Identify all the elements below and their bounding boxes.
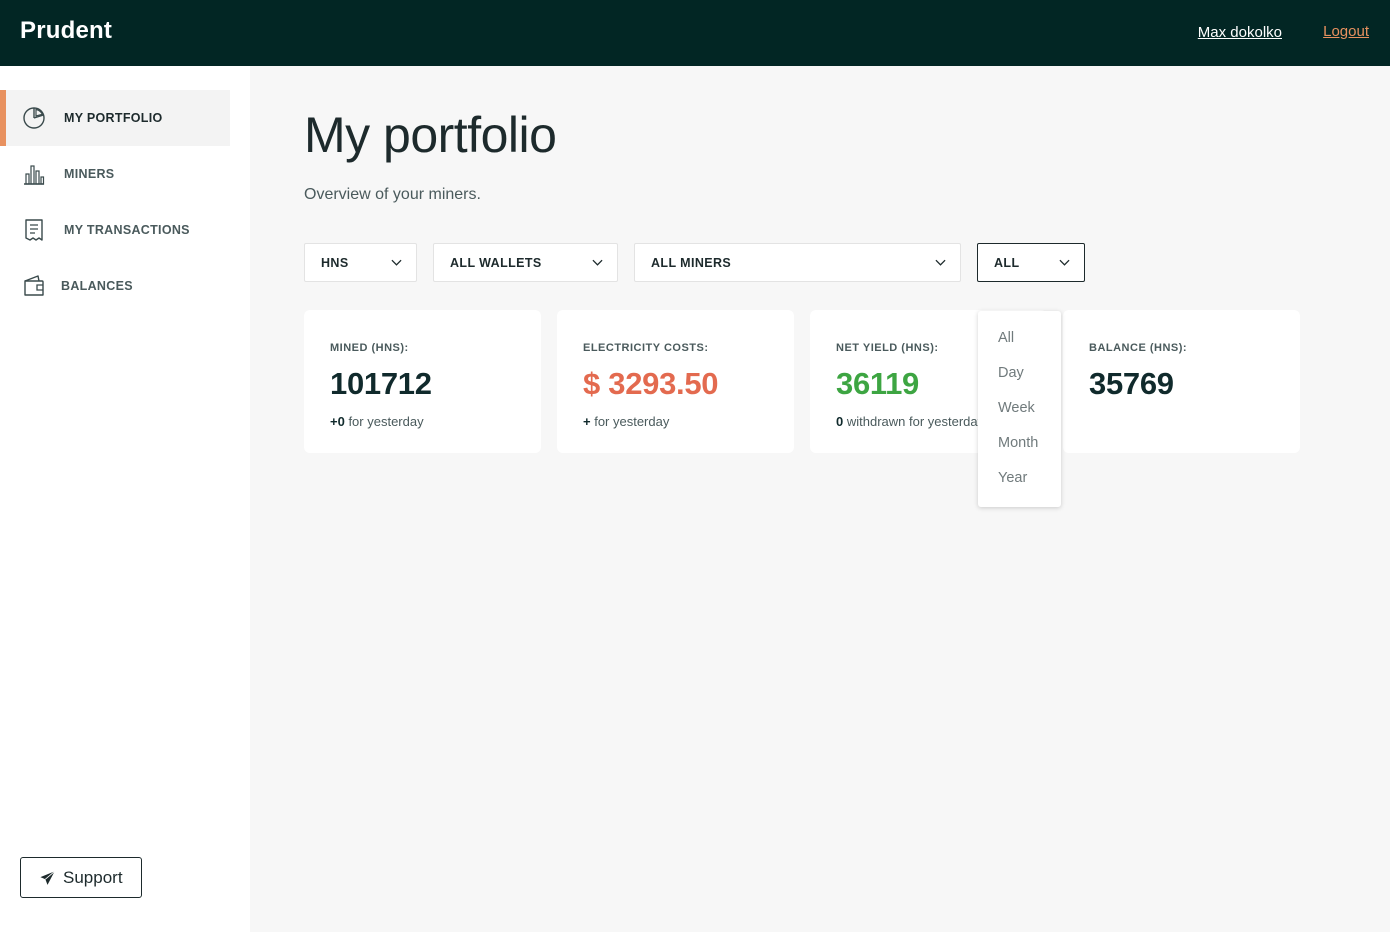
period-dropdown-menu: All Day Week Month Year xyxy=(978,311,1061,507)
change-text: withdrawn for yesterday xyxy=(843,414,985,429)
card-label: MINED (HNS): xyxy=(330,342,409,354)
page-title: My portfolio xyxy=(304,107,557,163)
sidebar: MY PORTFOLIO MINERS MY TRANSACTIONS BALA… xyxy=(0,66,250,932)
change-text: for yesterday xyxy=(344,414,424,429)
support-button[interactable]: Support xyxy=(20,857,142,898)
period-option-day[interactable]: Day xyxy=(998,365,1024,381)
sidebar-item-label: BALANCES xyxy=(61,279,133,293)
mined-value: 101712 xyxy=(330,366,432,401)
logout-link[interactable]: Logout xyxy=(1323,23,1369,40)
paper-plane-icon xyxy=(40,871,55,885)
bar-chart-icon xyxy=(24,165,45,185)
sidebar-item-miners[interactable]: MINERS xyxy=(0,146,230,202)
card-label: BALANCE (HNS): xyxy=(1089,342,1188,354)
mined-change: +0 for yesterday xyxy=(330,414,424,429)
electricity-value: $ 3293.50 xyxy=(583,366,719,401)
sidebar-item-my-portfolio[interactable]: MY PORTFOLIO xyxy=(0,90,230,146)
wallet-select-value: ALL WALLETS xyxy=(450,256,542,270)
change-value: +0 xyxy=(330,414,345,429)
period-option-year[interactable]: Year xyxy=(998,470,1027,486)
miner-select-value: ALL MINERS xyxy=(651,256,732,270)
currency-select-value: HNS xyxy=(321,256,349,270)
brand-logo[interactable]: Prudent xyxy=(20,17,112,45)
pie-chart-icon xyxy=(23,107,45,129)
wallet-icon xyxy=(24,275,44,296)
change-value: + xyxy=(583,414,591,429)
wallet-select[interactable]: ALL WALLETS xyxy=(433,243,618,282)
top-bar: Prudent Max dokolko Logout xyxy=(0,0,1390,66)
net-yield-change: 0 withdrawn for yesterday xyxy=(836,414,984,429)
user-profile-link[interactable]: Max dokolko xyxy=(1198,24,1282,41)
page-subtitle: Overview of your miners. xyxy=(304,186,481,203)
balance-value: 35769 xyxy=(1089,366,1174,401)
chevron-down-icon xyxy=(391,259,402,266)
mined-card: MINED (HNS): 101712 +0 for yesterday xyxy=(304,310,541,453)
period-option-month[interactable]: Month xyxy=(998,435,1038,451)
chevron-down-icon xyxy=(592,259,603,266)
sidebar-item-my-transactions[interactable]: MY TRANSACTIONS xyxy=(0,202,230,258)
card-label: ELECTRICITY COSTS: xyxy=(583,342,709,354)
chevron-down-icon xyxy=(935,259,946,266)
period-select[interactable]: ALL xyxy=(977,243,1085,282)
chevron-down-icon xyxy=(1059,259,1070,266)
miner-select[interactable]: ALL MINERS xyxy=(634,243,961,282)
support-label: Support xyxy=(63,868,123,887)
electricity-change: + for yesterday xyxy=(583,414,669,429)
sidebar-item-label: MY PORTFOLIO xyxy=(64,111,163,125)
sidebar-item-label: MINERS xyxy=(64,167,115,181)
period-option-week[interactable]: Week xyxy=(998,400,1035,416)
sidebar-item-balances[interactable]: BALANCES xyxy=(0,258,230,314)
net-yield-value: 36119 xyxy=(836,366,919,401)
sidebar-item-label: MY TRANSACTIONS xyxy=(64,223,190,237)
period-option-all[interactable]: All xyxy=(998,330,1014,346)
receipt-icon xyxy=(25,219,43,241)
card-label: NET YIELD (HNS): xyxy=(836,342,939,354)
electricity-card: ELECTRICITY COSTS: $ 3293.50 + for yeste… xyxy=(557,310,794,453)
period-select-value: ALL xyxy=(994,256,1020,270)
balance-card: BALANCE (HNS): 35769 xyxy=(1063,310,1300,453)
currency-select[interactable]: HNS xyxy=(304,243,417,282)
change-text: for yesterday xyxy=(590,414,670,429)
